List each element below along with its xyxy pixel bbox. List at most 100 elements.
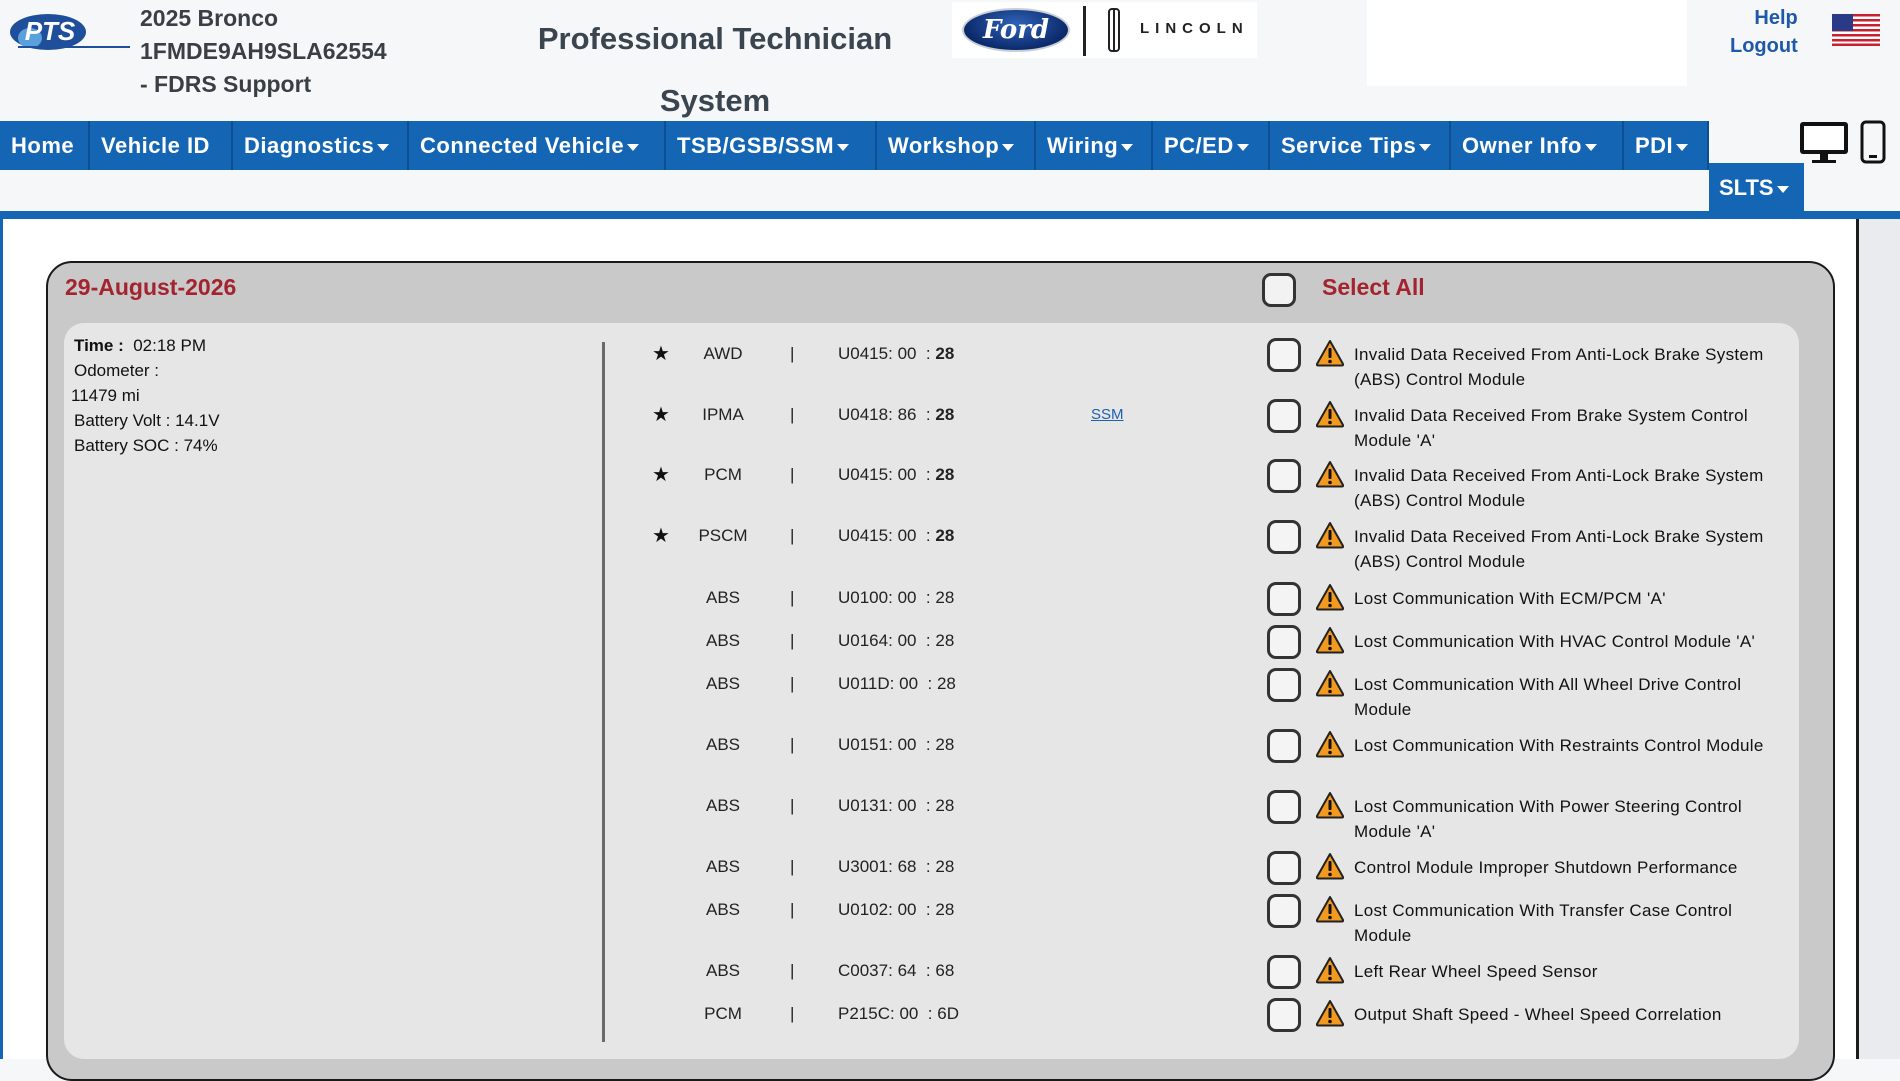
warning-triangle-icon [1316, 957, 1344, 984]
nav-home[interactable]: Home [0, 121, 90, 170]
dtc-module: PSCM [698, 526, 748, 545]
nav-pc-ed[interactable]: PC/ED [1153, 121, 1270, 170]
nav-slts[interactable]: SLTS [1709, 163, 1804, 212]
nav-label: Home [11, 133, 75, 158]
dtc-code-main: U0151 [838, 735, 889, 754]
mobile-phone-icon[interactable] [1860, 120, 1886, 164]
ssm-link[interactable]: SSM [1091, 403, 1124, 427]
column-separator: | [790, 631, 795, 650]
lincoln-logo: LINCOLN [1140, 20, 1249, 37]
dtc-module: ABS [705, 961, 741, 980]
nav-label: PDI [1635, 133, 1674, 158]
chevron-down-icon [1676, 143, 1689, 151]
dtc-description: Invalid Data Received From Brake System … [1354, 406, 1748, 450]
nav-label: PC/ED [1164, 133, 1234, 158]
column-separator: | [790, 526, 795, 545]
nav-owner-info[interactable]: Owner Info [1451, 121, 1624, 170]
dtc-row: ABS | C0037: 64 : 68 Left Rear Wheel Spe… [0, 955, 1900, 999]
dtc-module: PCM [704, 465, 742, 484]
nav-pdi[interactable]: PDI [1624, 121, 1709, 170]
nav-label: Service Tips [1281, 133, 1417, 158]
column-separator: | [790, 465, 795, 484]
dtc-select-checkbox[interactable] [1267, 625, 1301, 659]
header: PTS 2025 Bronco 1FMDE9AH9SLA62554 - FDRS… [0, 0, 1900, 120]
top-links: Help Logout [1730, 4, 1798, 60]
dtc-select-checkbox[interactable] [1267, 459, 1301, 493]
nav-vehicle-id[interactable]: Vehicle ID [90, 121, 233, 170]
dtc-select-checkbox[interactable] [1267, 338, 1301, 372]
chevron-down-icon [1002, 143, 1015, 151]
us-flag-icon[interactable] [1832, 14, 1880, 46]
dtc-row: ABS | U0164: 00 : 28 Lost Communication … [0, 625, 1900, 669]
dtc-status: 28 [935, 735, 955, 754]
desktop-monitor-icon[interactable] [1798, 120, 1850, 164]
dtc-code-sub: 00 [897, 465, 917, 484]
dtc-code-main: P215C [838, 1004, 890, 1023]
nav-label: Owner Info [1462, 133, 1582, 158]
dtc-code: U3001: 68 : 28 [838, 857, 955, 876]
dtc-select-checkbox[interactable] [1267, 729, 1301, 763]
nav-underline [0, 211, 1900, 219]
nav-connected-vehicle[interactable]: Connected Vehicle [409, 121, 666, 170]
dtc-row: ★ AWD | U0415: 00 : 28 Invalid Data Rece… [0, 338, 1900, 389]
dtc-code: U0102: 00 : 28 [838, 900, 955, 919]
dtc-select-checkbox[interactable] [1267, 998, 1301, 1032]
dtc-module: ABS [705, 588, 741, 607]
dtc-code-sub: 00 [897, 344, 917, 363]
logout-link[interactable]: Logout [1730, 32, 1798, 60]
dtc-row: ABS | U011D: 00 : 28 Lost Communication … [0, 668, 1900, 719]
warning-triangle-icon [1316, 461, 1344, 488]
chevron-down-icon [377, 143, 390, 151]
dtc-module: ABS [705, 631, 741, 650]
dtc-code: U0100: 00 : 28 [838, 588, 955, 607]
star-icon: ★ [652, 404, 670, 426]
chevron-down-icon [1419, 143, 1432, 151]
brand-logos: Ford LINCOLN [952, 2, 1257, 58]
warning-triangle-icon [1316, 627, 1344, 654]
pts-logo: PTS [10, 14, 130, 50]
column-separator: | [790, 796, 795, 815]
dtc-select-checkbox[interactable] [1267, 582, 1301, 616]
vehicle-model: 2025 Bronco [140, 5, 279, 31]
nav-service-tips[interactable]: Service Tips [1270, 121, 1451, 170]
column-separator: | [790, 405, 795, 424]
dtc-description: Control Module Improper Shutdown Perform… [1354, 858, 1738, 877]
nav-diagnostics[interactable]: Diagnostics [233, 121, 409, 170]
dtc-code-main: U3001 [838, 857, 889, 876]
app-title: Professional Technician System [520, 8, 910, 132]
dtc-code-sub: 00 [897, 900, 917, 919]
dtc-select-checkbox[interactable] [1267, 790, 1301, 824]
dtc-code-main: U011D [838, 674, 890, 693]
dtc-select-checkbox[interactable] [1267, 955, 1301, 989]
dtc-code-main: U0102 [838, 900, 889, 919]
nav-label: Wiring [1047, 133, 1119, 158]
vehicle-vin: 1FMDE9AH9SLA62554 [140, 38, 387, 64]
dtc-select-checkbox[interactable] [1267, 668, 1301, 702]
dtc-description: Lost Communication With All Wheel Drive … [1354, 675, 1742, 719]
dtc-code-sub: 00 [897, 796, 917, 815]
dtc-row: ★ PSCM | U0415: 00 : 28 Invalid Data Rec… [0, 520, 1900, 571]
dtc-select-checkbox[interactable] [1267, 851, 1301, 885]
warning-triangle-icon [1316, 340, 1344, 367]
dtc-description: Lost Communication With Transfer Case Co… [1354, 901, 1733, 945]
column-separator: | [790, 900, 795, 919]
dtc-row: ABS | U0151: 00 : 28 Lost Communication … [0, 729, 1900, 773]
nav-tsb-gsb-ssm[interactable]: TSB/GSB/SSM [666, 121, 877, 170]
help-link[interactable]: Help [1730, 4, 1797, 32]
warning-triangle-icon [1316, 853, 1344, 880]
dtc-code-sub: 86 [897, 405, 917, 424]
vehicle-support: - FDRS Support [140, 71, 312, 97]
nav-wiring[interactable]: Wiring [1036, 121, 1153, 170]
dtc-code-sub: 00 [897, 526, 917, 545]
dtc-code-sub: 00 [897, 735, 917, 754]
dtc-code: U0415: 00 : 28 [838, 465, 955, 484]
chevron-down-icon [627, 143, 640, 151]
select-all-checkbox[interactable] [1262, 273, 1296, 307]
nav-label: TSB/GSB/SSM [677, 133, 835, 158]
nav-workshop[interactable]: Workshop [877, 121, 1036, 170]
dtc-module: ABS [705, 796, 741, 815]
select-all-label[interactable]: Select All [1322, 274, 1425, 301]
dtc-select-checkbox[interactable] [1267, 894, 1301, 928]
dtc-select-checkbox[interactable] [1267, 399, 1301, 433]
dtc-select-checkbox[interactable] [1267, 520, 1301, 554]
